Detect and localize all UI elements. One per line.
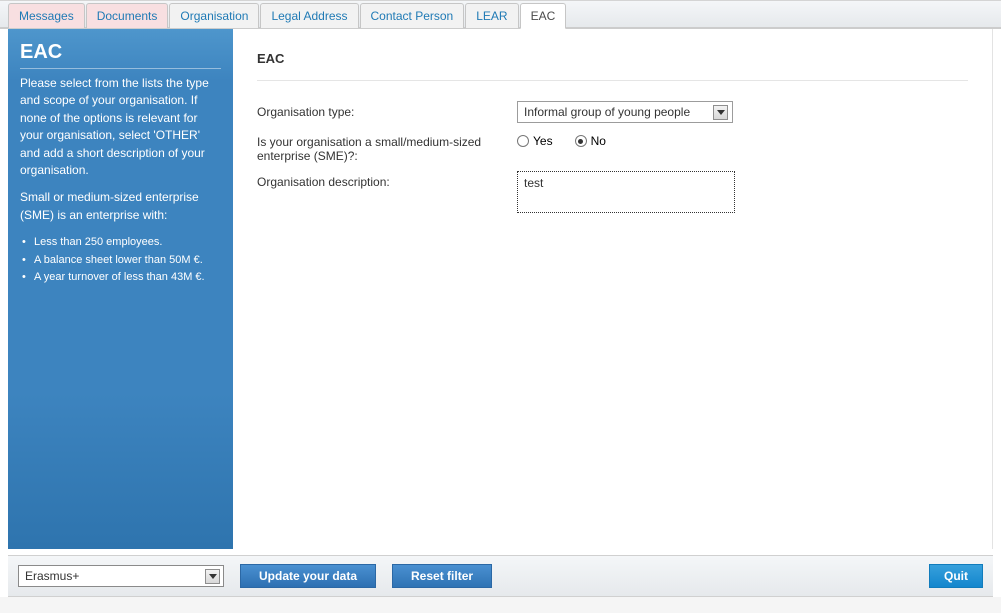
divider <box>257 80 968 81</box>
description-textarea[interactable] <box>517 171 735 213</box>
sidebar-bullet-item: A balance sheet lower than 50M €. <box>34 252 221 270</box>
sme-field: Yes No <box>517 131 968 148</box>
radio-no-dot <box>575 135 587 147</box>
radio-yes-dot <box>517 135 529 147</box>
dropdown-arrow-icon <box>713 105 728 120</box>
tab-organisation[interactable]: Organisation <box>169 3 259 28</box>
reset-filter-button[interactable]: Reset filter <box>392 564 492 588</box>
main-heading: EAC <box>257 51 968 66</box>
sidebar-paragraph-1: Please select from the lists the type an… <box>20 75 221 179</box>
tab-bar-wrap: Messages Documents Organisation Legal Ad… <box>0 0 1001 29</box>
tab-eac[interactable]: EAC <box>520 3 567 29</box>
form-row-description: Organisation description: <box>257 171 968 216</box>
org-type-label: Organisation type: <box>257 101 517 119</box>
form-row-sme: Is your organisation a small/medium-size… <box>257 131 968 163</box>
org-type-value: Informal group of young people <box>524 105 690 119</box>
sme-radio-group: Yes No <box>517 131 968 148</box>
sidebar-bullet-list: Less than 250 employees. A balance sheet… <box>20 234 221 287</box>
org-type-select[interactable]: Informal group of young people <box>517 101 733 123</box>
description-field <box>517 171 968 216</box>
tab-messages[interactable]: Messages <box>8 3 85 28</box>
program-select[interactable]: Erasmus+ <box>18 565 224 587</box>
main-panel: EAC Organisation type: Informal group of… <box>233 29 993 549</box>
sme-label: Is your organisation a small/medium-size… <box>257 131 517 163</box>
tab-lear[interactable]: LEAR <box>465 3 518 28</box>
tab-contact-person[interactable]: Contact Person <box>360 3 465 28</box>
radio-no-label: No <box>591 134 606 148</box>
radio-yes[interactable]: Yes <box>517 134 553 148</box>
dropdown-arrow-icon <box>205 569 220 584</box>
quit-button[interactable]: Quit <box>929 564 983 588</box>
radio-yes-label: Yes <box>533 134 553 148</box>
sidebar: EAC Please select from the lists the typ… <box>8 29 233 549</box>
org-type-field: Informal group of young people <box>517 101 968 123</box>
sidebar-bullet-item: A year turnover of less than 43M €. <box>34 269 221 287</box>
sidebar-title: EAC <box>20 41 221 69</box>
program-select-value: Erasmus+ <box>25 569 79 583</box>
radio-no[interactable]: No <box>575 134 606 148</box>
tab-bar: Messages Documents Organisation Legal Ad… <box>8 1 993 27</box>
footer-bar: Erasmus+ Update your data Reset filter Q… <box>8 555 993 597</box>
form-row-org-type: Organisation type: Informal group of you… <box>257 101 968 123</box>
update-button[interactable]: Update your data <box>240 564 376 588</box>
sidebar-bullet-item: Less than 250 employees. <box>34 234 221 252</box>
app-container: Messages Documents Organisation Legal Ad… <box>0 0 1001 597</box>
description-label: Organisation description: <box>257 171 517 189</box>
sidebar-paragraph-2: Small or medium-sized enterprise (SME) i… <box>20 189 221 224</box>
content-area: EAC Please select from the lists the typ… <box>0 29 1001 549</box>
tab-documents[interactable]: Documents <box>86 3 169 28</box>
tab-legal-address[interactable]: Legal Address <box>260 3 358 28</box>
